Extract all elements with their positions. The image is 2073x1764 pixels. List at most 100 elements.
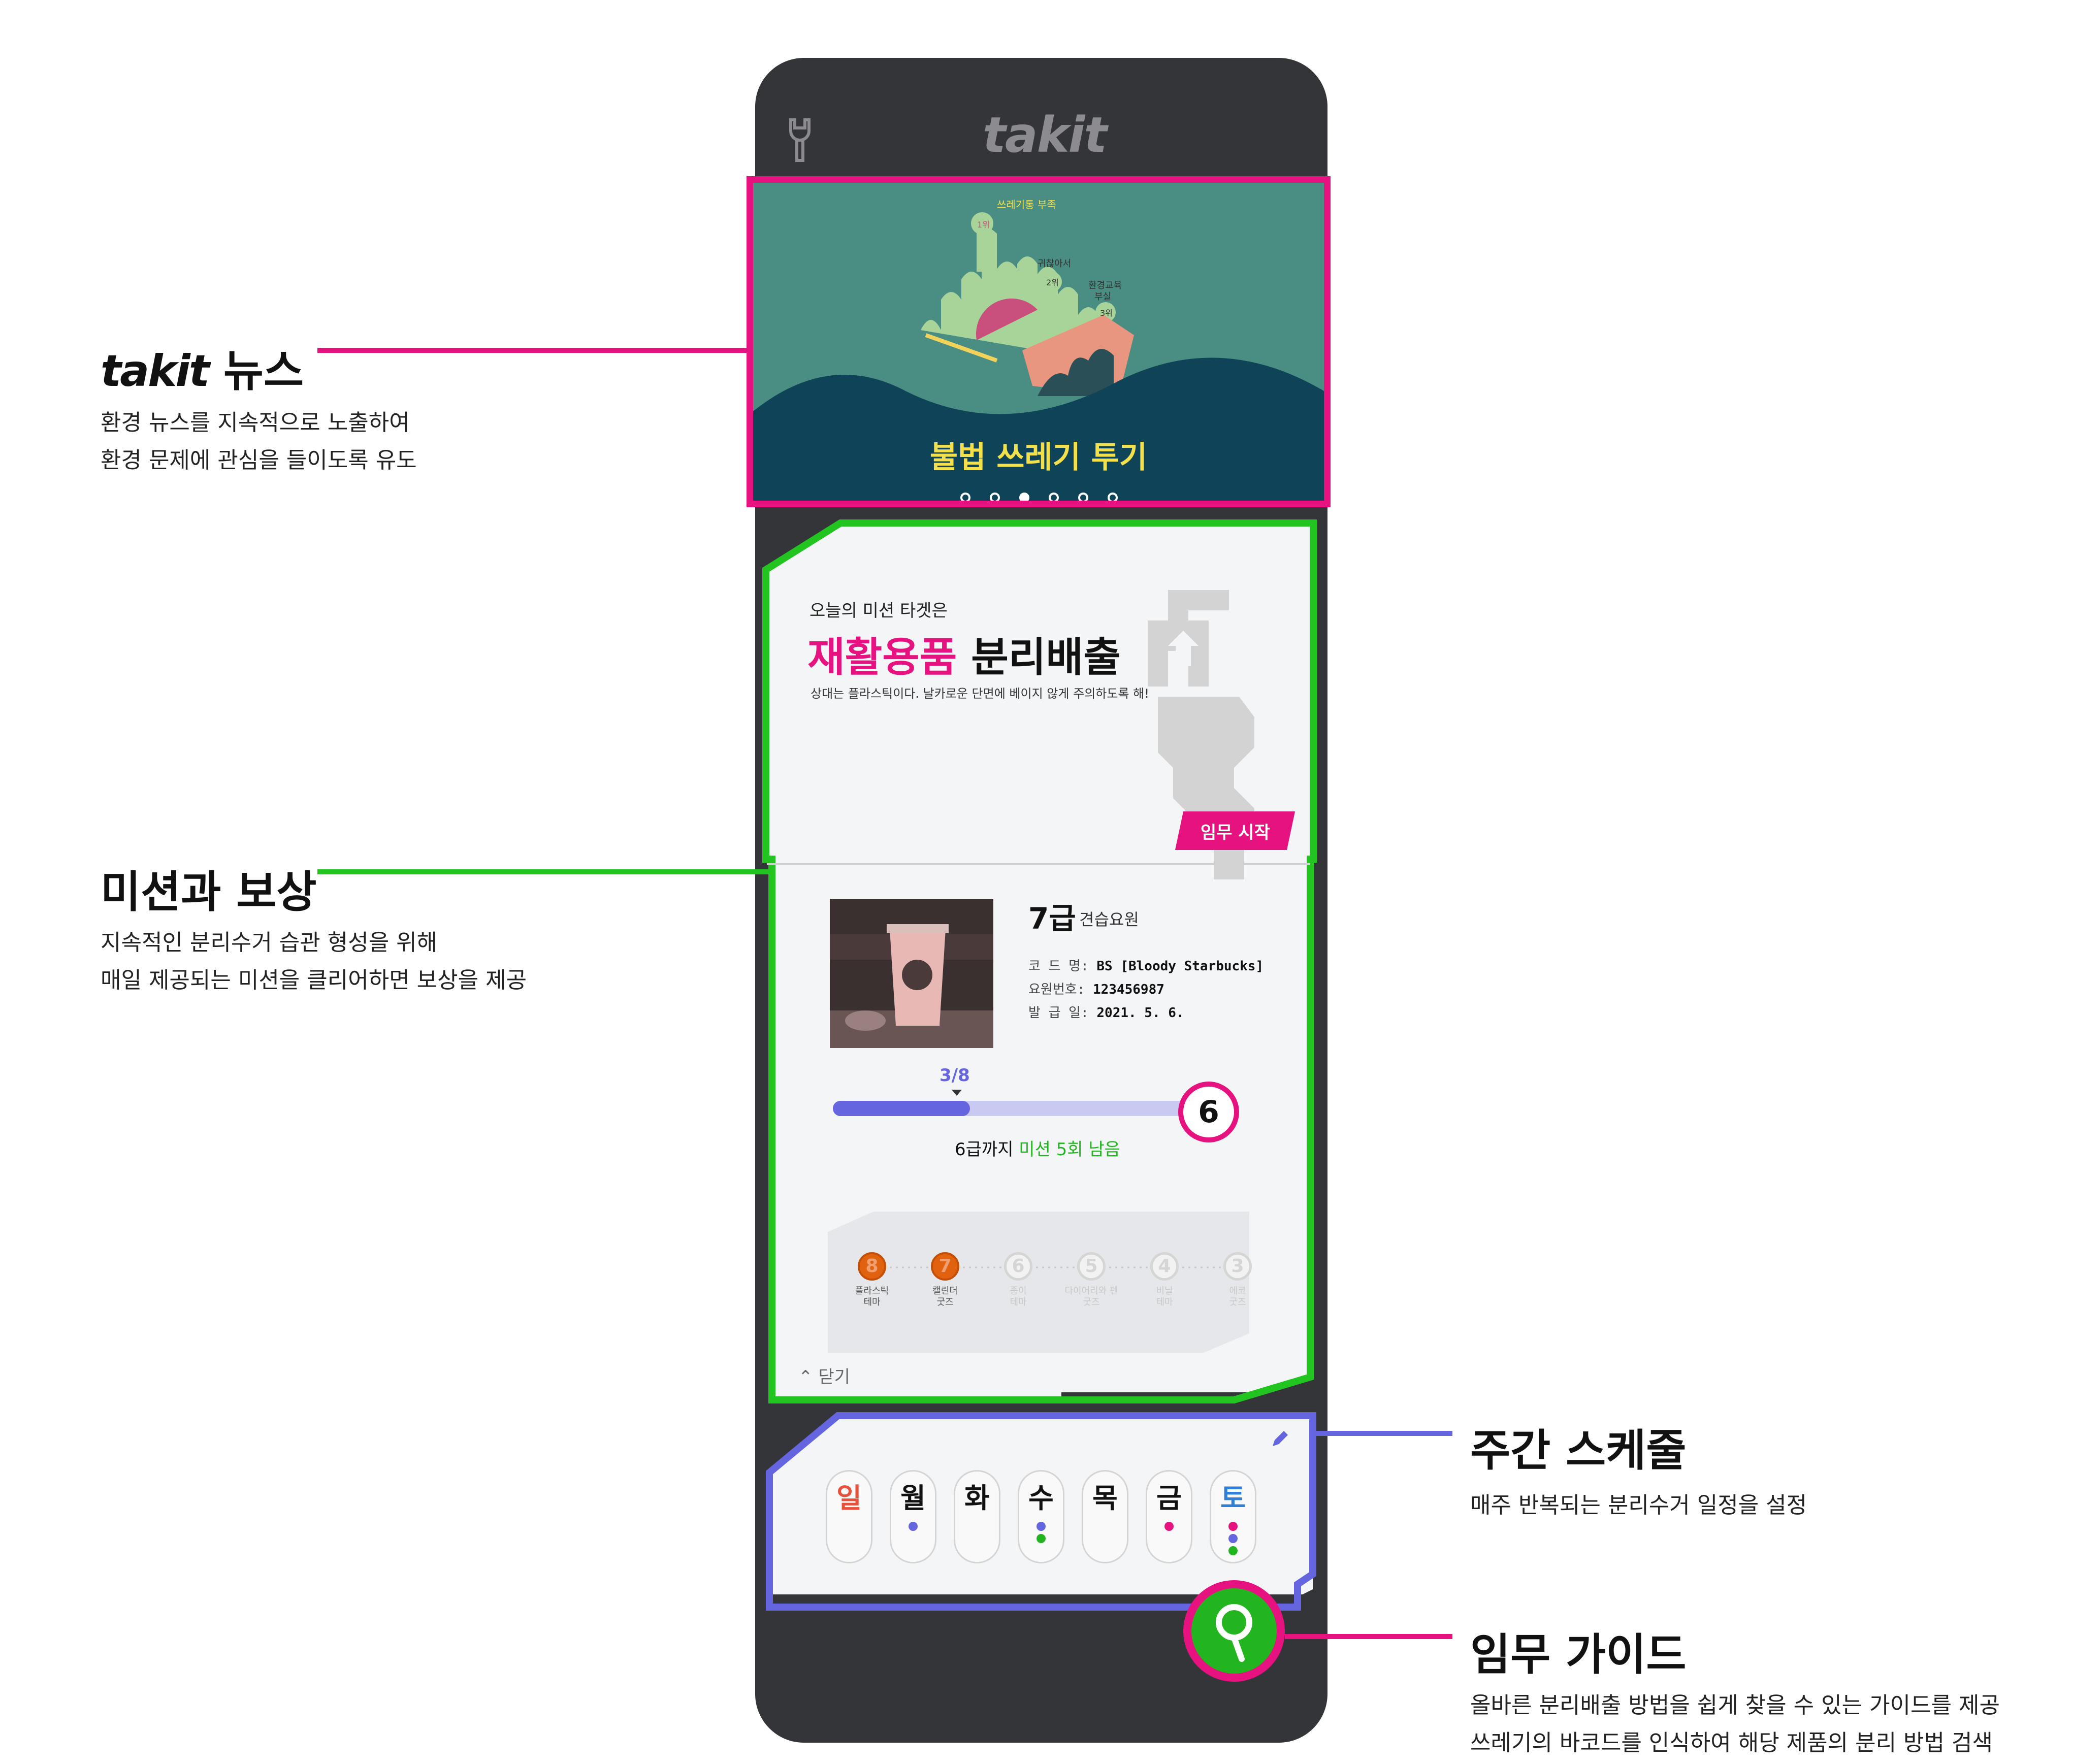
infographic-label-3b: 부실 (1094, 291, 1111, 302)
grade-step-badge: 3 (1223, 1252, 1252, 1281)
infographic-label-3a: 환경교육 (1088, 280, 1122, 291)
schedule-annotation-title: 주간 스케줄 (1470, 1425, 1687, 1476)
weekday-pill[interactable]: 수 (1018, 1470, 1064, 1563)
mission-title: 재활용품 분리배출 (807, 625, 1121, 683)
mission-start-button[interactable]: 임무 시작 (1175, 811, 1295, 850)
mission-start-label: 임무 시작 (1200, 822, 1270, 843)
schedule-dots (1019, 1522, 1063, 1543)
infographic-label-2: 귀찮아서 (1038, 258, 1071, 269)
progress-label: 3/8 (940, 1065, 970, 1086)
grade-step-label: 캘린더 (932, 1286, 958, 1296)
guide-desc-line1: 올바른 분리배출 방법을 쉽게 찾을 수 있는 가이드를 제공 (1470, 1692, 2000, 1718)
infographic-rank-2: 2위 (1046, 278, 1059, 287)
grade-step-badge: 7 (931, 1252, 959, 1281)
weekday-label: 금 (1156, 1482, 1182, 1514)
news-annotation-desc: 환경 뉴스를 지속적으로 노출하여환경 문제에 관심을 들이도록 유도 (101, 404, 417, 479)
mission-description: 상대는 플라스틱이다. 날카로운 단면에 베이지 않게 주의하도록 해! (811, 687, 1149, 701)
grade-step[interactable]: 7 캘린더 굿즈 (912, 1252, 978, 1308)
weekday-label: 화 (964, 1482, 990, 1514)
grade-step-type: 테마 (1010, 1297, 1027, 1308)
news-banner[interactable]: 쓰레기통 부족 1위 귀찮아서 2위 환경교육 부실 3위 불법 쓰레기 투기 (747, 176, 1331, 507)
grade-step[interactable]: 6 종이 테마 (985, 1252, 1051, 1308)
schedule-connector-line (1315, 1431, 1452, 1436)
weekday-pill[interactable]: 토 (1210, 1470, 1256, 1563)
weekday-label: 월 (900, 1482, 926, 1514)
carousel-dot[interactable] (990, 493, 1000, 501)
carousel-dot[interactable] (1108, 493, 1118, 501)
carousel-dot[interactable] (1019, 493, 1029, 501)
code-name-label: 코 드 명: (1028, 959, 1089, 974)
remaining-count: 미션 5회 남음 (1019, 1139, 1120, 1160)
guide-button[interactable] (1181, 1578, 1287, 1684)
mission-title-rest: 분리배출 (971, 634, 1121, 681)
weekday-pill[interactable]: 화 (954, 1470, 1000, 1563)
coffee-cup-image (830, 899, 993, 1048)
news-connector-line (317, 348, 749, 353)
news-annotation-title: takit 뉴스 (101, 335, 304, 399)
remaining-missions: 6급까지 미션 5회 남음 (955, 1135, 1120, 1160)
weekday-label: 목 (1092, 1482, 1118, 1514)
schedule-dots (1147, 1522, 1191, 1531)
schedule-dot (909, 1522, 918, 1531)
weekday-label: 토 (1220, 1482, 1246, 1514)
infographic-label-1: 쓰레기통 부족 (997, 199, 1056, 211)
grade-step-badge: 5 (1077, 1252, 1106, 1281)
weekday-label: 수 (1028, 1482, 1054, 1514)
grade-step[interactable]: 4 비닐 테마 (1131, 1252, 1197, 1308)
infographic-rank-1: 1위 (977, 220, 990, 230)
news-desc-line2: 환경 문제에 관심을 들이도록 유도 (101, 447, 417, 473)
settings-wrench-icon[interactable] (785, 117, 815, 162)
schedule-dot (1036, 1522, 1046, 1531)
app-logo: takit (983, 107, 1107, 164)
code-name-value: BS [Bloody Starbucks] (1096, 959, 1264, 974)
close-label: 닫기 (818, 1367, 850, 1387)
infographic-rank-3: 3위 (1100, 308, 1113, 318)
mission-title-highlight: 재활용품 (807, 634, 957, 681)
grade-step-type: 테마 (863, 1297, 881, 1308)
progress-fill (833, 1101, 970, 1116)
weekday-pill[interactable]: 목 (1082, 1470, 1128, 1563)
grade-step-label: 플라스틱 (855, 1286, 889, 1296)
grade-step[interactable]: 3 에코 굿즈 (1205, 1252, 1257, 1308)
grade-step-type: 굿즈 (936, 1297, 954, 1308)
issue-date-label: 발 급 일: (1028, 1005, 1089, 1021)
edit-pencil-icon[interactable] (1270, 1429, 1290, 1449)
schedule-dots (891, 1522, 935, 1531)
agent-id-label: 요원번호: (1028, 982, 1085, 997)
weekday-pill[interactable]: 금 (1146, 1470, 1192, 1563)
agent-photo (830, 899, 993, 1048)
news-desc-line1: 환경 뉴스를 지속적으로 노출하여 (101, 410, 410, 436)
carousel-dot[interactable] (960, 493, 970, 501)
carousel-dot[interactable] (1078, 493, 1088, 501)
mission-intro: 오늘의 미션 타겟은 (809, 601, 948, 621)
grade-step-badge: 6 (1004, 1252, 1032, 1281)
grade-step-label: 다이어리와 펜 (1064, 1286, 1118, 1296)
news-annotation-brand: takit (101, 346, 210, 397)
guide-desc-line2: 쓰레기의 바코드를 인식하여 해당 제품의 분리 방법 검색 (1470, 1730, 1993, 1756)
grade-step[interactable]: 8 플라스틱 테마 (851, 1252, 905, 1308)
news-annotation-label: 뉴스 (223, 346, 304, 397)
grade-steps[interactable]: 8 플라스틱 테마 7 캘린더 굿즈 6 종이 테마 5 다이어리와 펜 굿즈 4 비닐 테마 3 에코 굿즈 (851, 1252, 1257, 1328)
grade-step[interactable]: 5 다이어리와 펜 굿즈 (1058, 1252, 1124, 1308)
grade-step-type: 굿즈 (1229, 1297, 1246, 1308)
grade-step-label: 에코 (1229, 1286, 1246, 1296)
agent-id-row: 요원번호: 123456987 (1028, 979, 1164, 998)
grade-step-label: 비닐 (1156, 1286, 1173, 1296)
agent-id-value: 123456987 (1093, 982, 1164, 997)
agent-rank: 견습요원 (1079, 910, 1139, 929)
guide-annotation-desc: 올바른 분리배출 방법을 쉽게 찾을 수 있는 가이드를 제공쓰레기의 바코드를… (1470, 1687, 2000, 1762)
mission-connector-line (317, 869, 769, 874)
mission-annotation-desc: 지속적인 분리수거 습관 형성을 위해 매일 제공되는 미션을 클리어하면 보상을… (101, 924, 527, 999)
weekday-pill[interactable]: 일 (826, 1470, 872, 1563)
close-button[interactable]: ⌃ 닫기 (798, 1363, 850, 1388)
schedule-dot (1228, 1546, 1238, 1555)
progress-marker-icon (952, 1090, 962, 1096)
mission-desc-line2: 매일 제공되는 미션을 클리어하면 보상을 제공 (101, 967, 527, 993)
weekday-pill[interactable]: 월 (890, 1470, 936, 1563)
guide-annotation-title: 임무 가이드 (1470, 1629, 1687, 1680)
schedule-dots (1211, 1522, 1255, 1555)
chevron-up-icon: ⌃ (798, 1367, 813, 1387)
carousel-dot[interactable] (1049, 493, 1059, 501)
code-name-row: 코 드 명: BS [Bloody Starbucks] (1028, 956, 1264, 974)
remaining-prefix: 6급까지 (955, 1139, 1014, 1160)
